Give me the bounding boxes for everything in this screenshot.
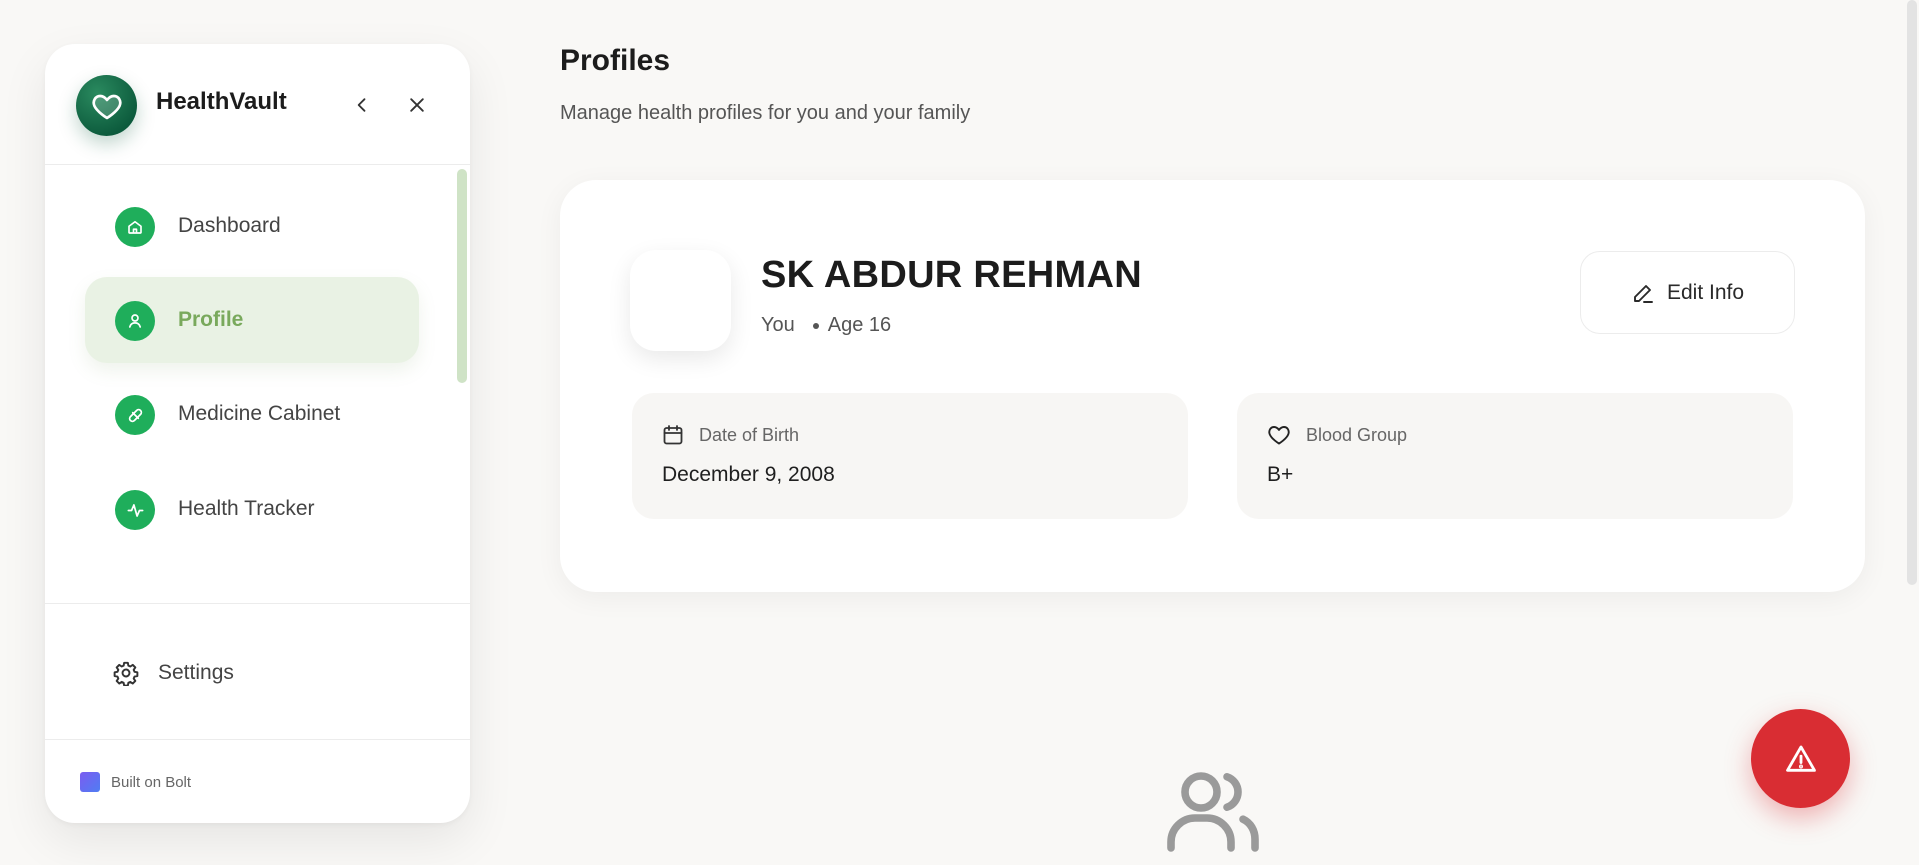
settings-label: Settings (158, 661, 234, 684)
app-logo[interactable] (76, 75, 137, 136)
chevron-left-icon (357, 98, 366, 112)
blood-group-label: Blood Group (1306, 424, 1408, 445)
sidebar-settings-section: Settings (45, 603, 470, 740)
sidebar-item-profile[interactable]: Profile (85, 277, 419, 363)
blood-group-tile: Blood Group B+ (1237, 393, 1793, 519)
edit-info-button[interactable]: Edit Info (1580, 251, 1795, 334)
warning-icon (1785, 745, 1816, 772)
sidebar-scrollbar[interactable] (457, 169, 467, 383)
profile-age: Age 16 (827, 314, 892, 336)
sidebar-item-dashboard[interactable]: Dashboard (85, 183, 419, 269)
blood-group-header: Blood Group (1266, 423, 1407, 447)
date-of-birth-value: December 9, 2008 (662, 463, 835, 486)
pencil-icon (1634, 284, 1653, 303)
sidebar-header: HealthVault (45, 44, 470, 165)
close-sidebar-button[interactable] (402, 90, 432, 120)
built-on-bolt-label: Built on Bolt (111, 773, 192, 791)
bolt-logo-icon (80, 772, 100, 792)
edit-info-label: Edit Info (1666, 280, 1745, 304)
heart-outline-icon (1268, 426, 1290, 445)
blood-group-value: B+ (1267, 463, 1294, 486)
users-icon (1167, 772, 1259, 852)
date-of-birth-tile: Date of Birth December 9, 2008 (632, 393, 1188, 519)
gear-icon (113, 661, 139, 686)
settings-button[interactable]: Settings (113, 648, 403, 698)
sidebar-item-label: Profile (178, 308, 244, 331)
sidebar-item-health-tracker[interactable]: Health Tracker (85, 466, 419, 552)
sidebar-item-label: Medicine Cabinet (178, 402, 341, 425)
app-title: HealthVault (156, 88, 287, 115)
close-icon (410, 98, 424, 112)
page-subtitle: Manage health profiles for you and your … (560, 102, 971, 124)
profile-name: SK ABDUR REHMAN (761, 254, 1142, 296)
sidebar: HealthVault Dashboard Profile Medicine C… (45, 44, 470, 823)
page-title: Profiles (560, 44, 671, 77)
profile-card: SK ABDUR REHMAN You Age 16 Edit Info Dat… (560, 180, 1865, 592)
profile-relation: You (761, 314, 795, 336)
sidebar-item-label: Dashboard (178, 214, 281, 237)
pill-icon (115, 395, 155, 435)
activity-icon (115, 490, 155, 530)
sidebar-item-label: Health Tracker (178, 497, 315, 520)
separator-dot (812, 322, 819, 329)
home-icon (115, 207, 155, 247)
built-on-bolt-link[interactable]: Built on Bolt (80, 772, 191, 792)
date-of-birth-label: Date of Birth (699, 424, 800, 445)
collapse-sidebar-button[interactable] (347, 90, 377, 120)
heart-icon (91, 94, 122, 119)
avatar[interactable] (630, 250, 731, 351)
user-icon (115, 301, 155, 341)
sidebar-item-medicine-cabinet[interactable]: Medicine Cabinet (85, 371, 419, 457)
profile-meta: You Age 16 (761, 314, 891, 337)
sidebar-nav: Dashboard Profile Medicine Cabinet Healt… (45, 165, 470, 603)
calendar-icon (663, 425, 683, 445)
date-of-birth-header: Date of Birth (661, 423, 799, 447)
page-scrollbar[interactable] (1907, 0, 1917, 585)
emergency-sos-button[interactable] (1751, 709, 1850, 808)
